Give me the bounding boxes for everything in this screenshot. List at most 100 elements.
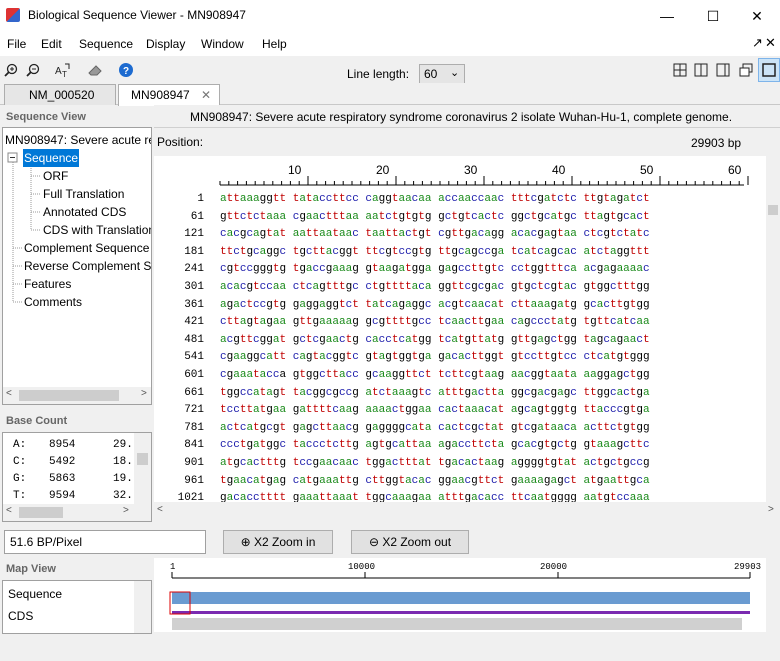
map-view-title: Map View: [6, 563, 56, 575]
zoom-in-icon[interactable]: [2, 61, 20, 79]
menu-window[interactable]: Window: [201, 37, 244, 51]
sequence-bases: tccttatgaa gattttcaag aaaactggaa cactaaa…: [220, 404, 650, 417]
scroll-left-icon[interactable]: <: [157, 504, 163, 515]
map-item-sequence[interactable]: Sequence: [8, 587, 62, 601]
tree-item-comments[interactable]: Comments: [24, 293, 82, 311]
tile-columns-icon[interactable]: [692, 61, 710, 79]
tree-item-complement[interactable]: Complement Sequence: [24, 239, 149, 257]
sequence-position: 61: [190, 210, 204, 223]
cds-bar: [172, 611, 750, 614]
sequence-vscrollbar[interactable]: [766, 186, 780, 502]
eraser-icon[interactable]: [86, 61, 104, 79]
line-length-label: Line length:: [347, 67, 410, 81]
map-item-cds[interactable]: CDS: [8, 609, 33, 623]
zoom-out-icon[interactable]: [24, 61, 42, 79]
sequence-tree: MN908947: Severe acute res Sequence ORF …: [2, 127, 152, 405]
scroll-right-icon[interactable]: >: [768, 504, 774, 515]
line-length-select[interactable]: 60 ⌄: [419, 64, 465, 84]
tree-item-full-translation[interactable]: Full Translation: [43, 185, 124, 203]
sequence-bases: attaaaggtt tataccttcc caggtaacaa accaacc…: [220, 193, 650, 205]
close-doc-icon[interactable]: ✕: [765, 35, 776, 51]
menu-sequence[interactable]: Sequence: [79, 37, 133, 51]
scroll-thumb[interactable]: [19, 390, 119, 401]
svg-text:T: T: [62, 70, 67, 78]
zoom-in-label: X2 Zoom in: [254, 535, 316, 549]
close-button[interactable]: ✕: [734, 0, 780, 32]
sequence-bases: atgcactttg tccgaacaac tggactttat tgacact…: [220, 457, 650, 469]
float-window-icon[interactable]: [737, 61, 755, 79]
scroll-right-icon[interactable]: >: [123, 505, 129, 516]
tree-hscrollbar[interactable]: < >: [3, 387, 151, 404]
base-count-a: 8954: [49, 439, 76, 451]
tab-nm000520[interactable]: NM_000520: [4, 84, 116, 105]
sequence-bases: acacgtccaa ctcagtttgc ctgttttaca ggttcgc…: [220, 281, 650, 293]
tile-rows-icon[interactable]: [714, 61, 732, 79]
menu-display[interactable]: Display: [146, 37, 185, 51]
sequence-line: 121 cacgcagtat aattaataac taattactgt cgtt…: [160, 228, 649, 240]
sequence-bases: actcatgcgt gagcttaacg gaggggcata cactcgc…: [220, 421, 650, 434]
bp-per-pixel-field[interactable]: 51.6 BP/Pixel: [4, 530, 206, 554]
position-label: Position:: [157, 135, 204, 149]
zoom-out-button[interactable]: ⊖ X2 Zoom out: [351, 530, 469, 554]
tile-grid-icon[interactable]: [671, 61, 689, 79]
sequence-position: 901: [184, 457, 204, 469]
sequence-bases: tgaacatgag catgaaattg cttggtacac ggaacgt…: [220, 474, 650, 487]
tree-item-cds-translation[interactable]: CDS with Translation: [43, 221, 151, 239]
sequence-line: 481 acgttcggat gctcgaactg cacctcatgg tcat…: [160, 333, 650, 346]
tree-item-annotated-cds[interactable]: Annotated CDS: [43, 203, 126, 221]
undock-icon[interactable]: ↗: [752, 35, 763, 51]
scroll-left-icon[interactable]: <: [6, 388, 12, 399]
sequence-hscrollbar[interactable]: < >: [154, 502, 780, 520]
scroll-thumb[interactable]: [768, 205, 778, 215]
map-axis: [169, 572, 751, 630]
zoom-in-button[interactable]: ⊕ X2 Zoom in: [223, 530, 333, 554]
base-count-vscrollbar[interactable]: [134, 433, 151, 521]
sequence-bases: ccctgatggc taccctcttg agtgcattaa agacctt…: [220, 439, 650, 452]
map-list-vscrollbar[interactable]: [134, 581, 151, 633]
help-icon[interactable]: ?: [117, 61, 135, 79]
scroll-thumb[interactable]: [19, 507, 63, 518]
sequence-bases: ttctgcaggc tgcttacggt ttcgtccgtg ttgcagc…: [220, 245, 650, 258]
sequence-bases: gacacctttt gaaattaaat tggcaaagaa atttgac…: [220, 492, 650, 502]
maximize-button[interactable]: ☐: [690, 0, 736, 32]
sequence-bases: cgaaataccа gtggcttacc gcaaggttct tcttcgt…: [220, 369, 650, 381]
sequence-position: 301: [184, 281, 204, 293]
tab-label: NM_000520: [29, 88, 95, 102]
sequence-position: 361: [184, 298, 204, 311]
ruler-label: 30: [464, 163, 478, 177]
sequence-bases: acgttcggat gctcgaactg cacctcatgg tcatgtt…: [220, 333, 650, 346]
svg-text:A: A: [55, 66, 62, 77]
base-pct-g: 19.: [113, 473, 133, 485]
scroll-left-icon[interactable]: <: [6, 505, 12, 516]
maximize-pane-icon[interactable]: [758, 58, 780, 82]
scroll-right-icon[interactable]: >: [141, 388, 147, 399]
tree-item-sequence[interactable]: Sequence: [23, 149, 80, 167]
base-pct-a: 29.: [113, 439, 133, 451]
sequence-position: 721: [184, 404, 204, 417]
zoom-out-icon: ⊖: [368, 535, 379, 549]
close-tab-icon[interactable]: ✕: [201, 85, 211, 105]
map-tick-label: 29903: [734, 562, 762, 572]
base-pct-t: 32.: [113, 490, 133, 502]
sequence-display[interactable]: 1 attaaaggtt tataccttcc caggtaacaa accaac…: [154, 186, 766, 502]
menu-help[interactable]: Help: [262, 37, 287, 51]
tree-item-orf[interactable]: ORF: [43, 167, 68, 185]
find-word-icon[interactable]: AT: [54, 61, 72, 79]
menu-file[interactable]: File: [7, 37, 26, 51]
sequence-bases: cgaaggcatt cagtacggtc gtagtggtga gacactt…: [220, 351, 650, 364]
sequence-position: 481: [184, 333, 204, 346]
menu-edit[interactable]: Edit: [41, 37, 62, 51]
base-count-hscrollbar[interactable]: < >: [3, 504, 134, 521]
map-canvas[interactable]: 1 10000 20000 29903: [154, 558, 766, 632]
map-hscroll-track[interactable]: [172, 618, 742, 630]
minimize-button[interactable]: —: [644, 0, 690, 32]
sequence-line: 1 attaaaggtt tataccttcc caggtaacaa accaac…: [160, 193, 650, 205]
sequence-line: 841 ccctgatggc taccctcttg agtgcattaa agac…: [160, 439, 650, 452]
scroll-thumb[interactable]: [137, 453, 148, 465]
sequence-view-header: Sequence View: [0, 105, 152, 127]
map-tick-label: 10000: [348, 562, 376, 572]
tab-mn908947[interactable]: MN908947 ✕: [118, 84, 220, 106]
tree-item-reverse-complement[interactable]: Reverse Complement Se: [24, 257, 151, 275]
map-vscrollbar[interactable]: [766, 558, 780, 632]
tree-item-features[interactable]: Features: [24, 275, 71, 293]
